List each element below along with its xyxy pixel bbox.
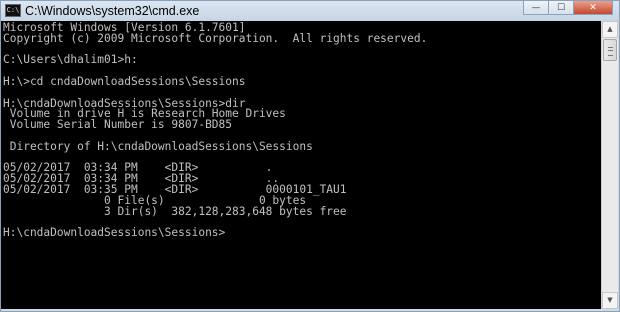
console-output: Microsoft Windows [Version 6.1.7601] Cop… [3, 21, 428, 240]
maximize-button[interactable]: ☐ [548, 1, 574, 15]
scroll-down-icon[interactable]: ▼ [602, 292, 618, 309]
cmd-window: C:\ C:\Windows\system32\cmd.exe — ☐ ✕ Mi… [0, 0, 620, 312]
window-controls: — ☐ ✕ [523, 1, 613, 17]
cmd-icon[interactable]: C:\ [5, 4, 21, 17]
scroll-up-icon[interactable]: ▲ [602, 21, 618, 38]
scroll-thumb[interactable] [603, 39, 617, 61]
grip-icon [608, 47, 613, 56]
title-bar[interactable]: C:\ C:\Windows\system32\cmd.exe — ☐ ✕ [1, 1, 619, 21]
console-area[interactable]: Microsoft Windows [Version 6.1.7601] Cop… [1, 21, 601, 309]
close-button[interactable]: ✕ [573, 1, 613, 15]
vertical-scrollbar[interactable]: ▲ ▼ [601, 21, 618, 309]
window-title: C:\Windows\system32\cmd.exe [25, 4, 200, 18]
minimize-button[interactable]: — [523, 1, 549, 15]
